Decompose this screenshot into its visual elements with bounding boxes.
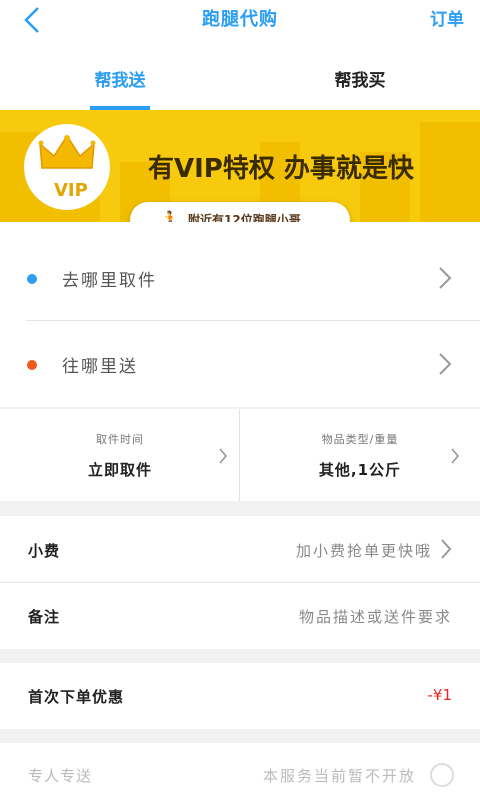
banner-headline: 有VIP特权 办事就是快 <box>148 154 414 184</box>
note-row[interactable]: 备注 物品描述或送件要求 <box>0 583 480 649</box>
dropoff-dot-icon <box>27 360 37 370</box>
orders-link[interactable]: 订单 <box>430 5 464 30</box>
divider <box>26 320 480 321</box>
discount-label: 首次下单优惠 <box>28 688 125 706</box>
vip-badge: VIP <box>24 124 110 210</box>
tip-value: 加小费抢单更快哦 <box>295 542 432 560</box>
pickup-dot-icon <box>27 274 37 284</box>
pickup-time-value: 立即取件 <box>87 461 152 479</box>
dropoff-label: 往哪里送 <box>62 357 138 377</box>
tab-send[interactable]: 帮我送 <box>0 66 240 91</box>
chevron-right-icon <box>451 448 460 464</box>
chevron-right-icon <box>219 448 228 464</box>
note-input[interactable]: 物品描述或送件要求 <box>299 606 452 627</box>
location-section: 去哪里取件 往哪里送 <box>0 222 480 407</box>
tab-bar: 帮我送 帮我买 <box>0 38 480 110</box>
top-bar: 跑腿代购 订单 <box>0 0 480 38</box>
item-type-label: 物品类型/重量 <box>321 433 399 446</box>
chevron-right-icon <box>439 267 452 289</box>
discount-row: 首次下单优惠 -¥1 <box>0 663 480 729</box>
crown-icon <box>38 134 96 169</box>
dropoff-row[interactable]: 往哪里送 <box>0 322 480 410</box>
page-title: 跑腿代购 <box>202 9 278 30</box>
chevron-right-icon <box>441 539 452 559</box>
item-type-value: 其他,1公斤 <box>318 461 402 479</box>
pickup-row[interactable]: 去哪里取件 <box>0 234 480 322</box>
chevron-right-icon <box>439 353 452 375</box>
discount-value: -¥1 <box>427 686 453 704</box>
note-label: 备注 <box>28 608 61 626</box>
tab-buy[interactable]: 帮我买 <box>240 66 480 91</box>
pickup-info: 取件时间 立即取件 物品类型/重量 其他,1公斤 <box>0 409 480 501</box>
dedicated-status: 本服务当前暂不开放 <box>262 767 416 785</box>
tip-row[interactable]: 小费 加小费抢单更快哦 <box>0 516 480 582</box>
dedicated-delivery-row: 专人专送 本服务当前暂不开放 <box>0 743 480 800</box>
pickup-time-selector[interactable]: 取件时间 立即取件 <box>0 409 240 501</box>
pickup-label: 去哪里取件 <box>62 271 157 291</box>
vip-label: VIP <box>54 180 88 201</box>
item-type-selector[interactable]: 物品类型/重量 其他,1公斤 <box>240 409 480 501</box>
dedicated-label: 专人专送 <box>28 767 93 785</box>
pickup-time-label: 取件时间 <box>96 433 144 446</box>
dedicated-radio[interactable] <box>430 763 454 787</box>
tip-label: 小费 <box>28 542 61 560</box>
building-decoration <box>420 122 480 222</box>
